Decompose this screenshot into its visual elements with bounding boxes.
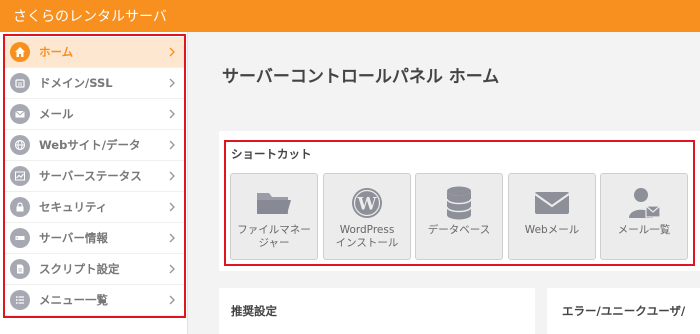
- sidebar-highlight-box: [3, 34, 186, 318]
- button-label: メール一覧: [617, 224, 671, 236]
- database-button[interactable]: データベース: [415, 173, 503, 260]
- recommended-settings-title: 推奨設定: [231, 304, 277, 318]
- webmail-button[interactable]: Webメール: [508, 173, 596, 260]
- folder-icon: [257, 193, 291, 214]
- mail-list-button[interactable]: メール一覧: [600, 173, 688, 260]
- shortcut-title: ショートカット: [231, 147, 312, 161]
- database-icon: [446, 186, 472, 220]
- top-header-bar: さくらのレンタルサーバ: [0, 0, 700, 32]
- wordpress-icon: W: [352, 188, 382, 218]
- errors-unique-users-title: エラー/ユニークユーザ/: [562, 304, 686, 318]
- page-title: サーバーコントロールパネル ホーム: [222, 67, 500, 87]
- envelope-icon: [534, 192, 570, 214]
- button-label: ファイルマネー ジャー: [237, 224, 311, 249]
- button-label: データベース: [427, 224, 491, 236]
- errors-unique-users-card: エラー/ユニークユーザ/: [547, 288, 700, 334]
- button-label: WordPress インストール: [335, 224, 399, 249]
- button-label: Webメール: [524, 224, 580, 236]
- svg-text:W: W: [356, 195, 377, 215]
- recommended-settings-card: 推奨設定: [219, 288, 535, 334]
- wordpress-install-button[interactable]: W WordPress インストール: [323, 173, 411, 260]
- file-manager-button[interactable]: ファイルマネー ジャー: [230, 173, 318, 260]
- user-mail-icon: [629, 188, 661, 218]
- brand-title: さくらのレンタルサーバ: [13, 9, 167, 25]
